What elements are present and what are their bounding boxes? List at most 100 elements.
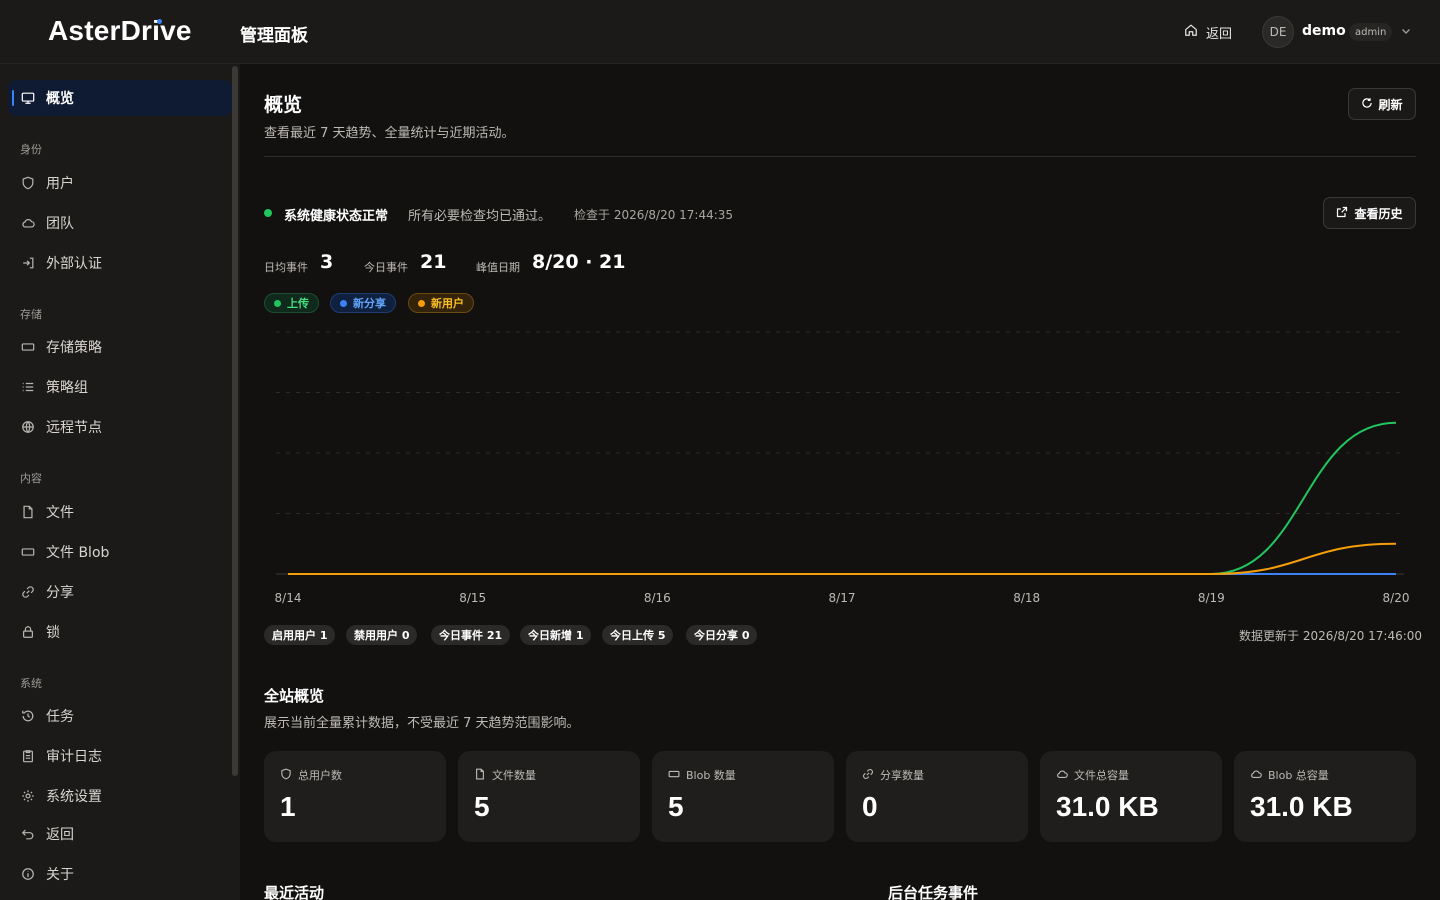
stat-pill: 禁用用户 0 [346,625,418,645]
back-button[interactable]: 返回 [1176,18,1240,46]
page-subtitle: 查看最近 7 天趋势、全量统计与近期活动。 [264,126,515,141]
sidebar-item-label: 锁 [46,625,60,641]
stat-card-value: 0 [862,791,878,822]
sidebar-item-settings[interactable]: 系统设置 [8,778,232,814]
stat-card: 文件总容量 31.0 KB [1040,751,1222,842]
stat-card-label: Blob 总容量 [1250,767,1329,783]
stat-card-label: 文件数量 [474,767,536,783]
info-icon [20,866,36,882]
sidebar-scrollbar[interactable] [232,66,238,776]
kpi-avg-value: 3 [320,251,334,273]
logo-accent-dot [157,19,162,24]
legend-upload[interactable]: 上传 [264,293,319,313]
kpi-today-value: 21 [420,251,447,273]
health-status-message: 所有必要检查均已通过。 [408,209,552,224]
clipboard-icon [20,748,36,764]
series-line-upload[interactable] [287,421,1397,575]
globe-icon [20,419,36,435]
sidebar-item-files[interactable]: 文件 [8,494,232,530]
sidebar-item-tasks[interactable]: 任务 [8,698,232,734]
sidebar-item-storage-policy[interactable]: 存储策略 [8,329,232,365]
sidebar-item-teams[interactable]: 团队 [8,205,232,241]
page-title: 概览 [264,94,303,116]
top-bar: AsterDrive 管理面板 返回 DE demo admin [0,0,1440,64]
totals-section-subtitle: 展示当前全量累计数据，不受最近 7 天趋势范围影响。 [264,716,580,731]
back-label: 返回 [1206,26,1233,42]
chevron-down-icon[interactable] [1400,25,1412,41]
refresh-icon [1361,97,1373,112]
sidebar-item-label: 文件 [46,505,74,521]
sidebar-item-back[interactable]: 返回 [8,816,232,852]
legend-label: 上传 [287,297,309,310]
stat-card-value: 31.0 KB [1250,791,1353,822]
sidebar-item-external-auth[interactable]: 外部认证 [8,245,232,281]
view-history-label: 查看历史 [1354,206,1403,221]
link-icon [20,584,36,600]
stat-card: 总用户数 1 [264,751,446,842]
lock-icon [20,624,36,640]
sidebar-item-shares[interactable]: 分享 [8,574,232,610]
legend-dot [418,299,425,307]
sidebar-section-content: 内容 [20,472,42,485]
sidebar-item-locks[interactable]: 锁 [8,614,232,650]
sidebar-item-audit-log[interactable]: 审计日志 [8,738,232,774]
stat-card-value: 5 [668,791,684,822]
undo-icon [20,826,36,842]
sidebar-item-overview[interactable]: 概览 [8,80,232,116]
sidebar-item-label: 策略组 [46,380,88,396]
avatar[interactable]: DE [1262,16,1294,48]
sidebar-item-remote-nodes[interactable]: 远程节点 [8,409,232,445]
series-line-new-user[interactable] [287,542,1397,575]
view-history-button[interactable]: 查看历史 [1323,197,1416,229]
x-tick-label: 8/16 [644,591,671,605]
shield-icon [280,768,292,783]
x-tick-label: 8/14 [275,591,302,605]
cloud-icon [1056,768,1068,783]
stat-pill: 今日事件 21 [431,625,511,645]
stat-pill: 启用用户 1 [264,625,336,645]
user-name[interactable]: demo [1302,23,1346,39]
sidebar-section-system: 系统 [20,677,42,690]
login-icon [20,255,36,271]
role-badge: admin [1349,23,1393,41]
kpi-today-label: 今日事件 [364,261,408,274]
stat-pill: 今日分享 0 [686,625,758,645]
stat-card-value: 31.0 KB [1056,791,1159,822]
cloud-icon [20,215,36,231]
app-logo[interactable]: AsterDrive [48,15,192,47]
legend-new-share[interactable]: 新分享 [330,293,396,313]
sidebar-item-label: 外部认证 [46,256,102,272]
sidebar-item-label: 审计日志 [46,749,102,765]
sidebar-item-policy-groups[interactable]: 策略组 [8,369,232,405]
kpi-peak-value: 8/20 · 21 [532,251,626,273]
sidebar-item-file-blob[interactable]: 文件 Blob [8,534,232,570]
totals-section-title: 全站概览 [264,687,325,705]
x-tick-label: 8/15 [459,591,486,605]
file-icon [474,768,486,783]
stat-card: Blob 数量 5 [652,751,834,842]
stat-card-value: 1 [280,791,296,822]
sidebar-item-label: 文件 Blob [46,545,110,561]
refresh-button[interactable]: 刷新 [1348,88,1416,120]
sidebar: 概览 身份 用户 团队 外部认证 存储 存储策略 策略组 远程节点 内容 文件 … [0,64,240,900]
gear-icon [20,788,36,804]
sidebar-item-label: 概览 [46,91,74,107]
sidebar-item-users[interactable]: 用户 [8,165,232,201]
health-status-dot [264,209,272,217]
recent-activity-title: 最近活动 [264,884,325,900]
x-tick-label: 8/20 [1383,591,1410,605]
sidebar-item-label: 关于 [46,867,74,883]
shield-icon [20,175,36,191]
hard-drive-icon [20,339,36,355]
data-updated-at: 数据更新于 2026/8/20 17:46:00 [1239,629,1423,643]
external-link-icon [1336,206,1348,221]
stat-card: 文件数量 5 [458,751,640,842]
main-content: 概览 查看最近 7 天趋势、全量统计与近期活动。 刷新 系统健康状态正常 所有必… [240,64,1440,900]
kpi-avg-label: 日均事件 [264,261,308,274]
legend-new-user[interactable]: 新用户 [408,293,474,313]
list-icon [20,379,36,395]
trend-chart: 8/14 8/15 8/16 8/17 8/18 8/19 8/20 [275,331,1410,605]
sidebar-section-identity: 身份 [20,143,42,156]
legend-label: 新分享 [353,297,386,310]
sidebar-item-about[interactable]: 关于 [8,856,232,892]
